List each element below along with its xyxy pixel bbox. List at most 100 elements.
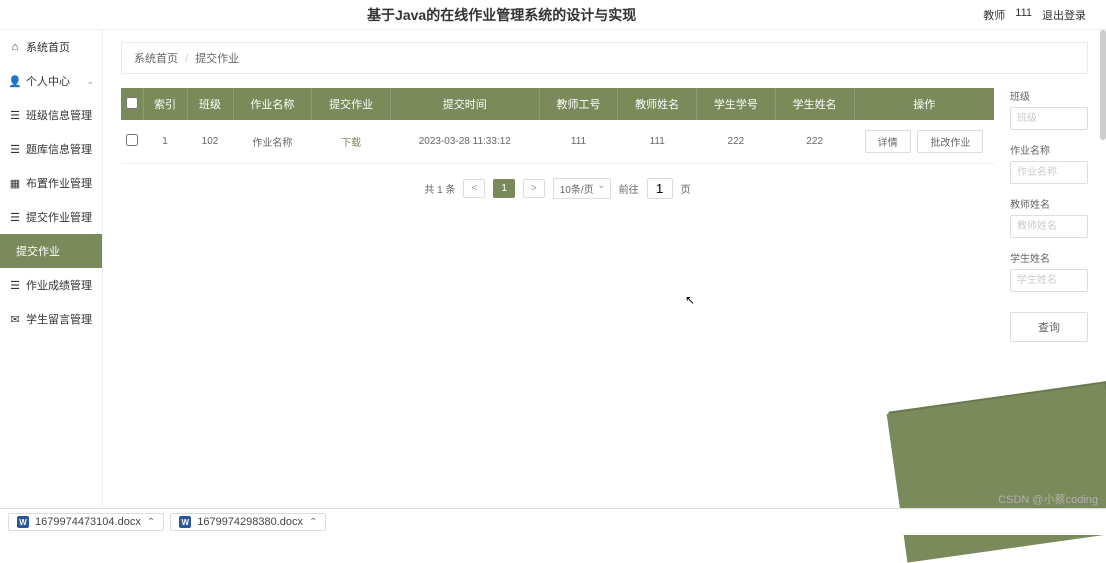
- scrollbar-thumb[interactable]: [1100, 30, 1106, 140]
- logout-link[interactable]: 退出登录: [1042, 7, 1086, 23]
- data-table: 索引 班级 作业名称 提交作业 提交时间 教师工号 教师姓名 学生学号 学生姓名…: [121, 88, 994, 164]
- chevron-down-icon: ⌄: [86, 280, 94, 291]
- decoration: [887, 383, 1106, 562]
- chevron-down-icon: ⌄: [86, 178, 94, 189]
- page-size-select[interactable]: 10条/页: [553, 178, 611, 199]
- chevron-down-icon: ⌄: [86, 110, 94, 121]
- sidebar-item-question[interactable]: ☰ 题库信息管理 ⌄: [0, 132, 102, 166]
- user-role: 教师: [983, 7, 1005, 23]
- sidebar-label: 班级信息管理: [26, 107, 92, 123]
- sidebar-label: 题库信息管理: [26, 141, 92, 157]
- filter-name-label: 作业名称: [1010, 142, 1088, 157]
- list-icon: ☰: [10, 212, 20, 222]
- sidebar-label: 个人中心: [26, 73, 70, 89]
- select-all-checkbox[interactable]: [126, 97, 138, 109]
- app-title: 基于Java的在线作业管理系统的设计与实现: [20, 5, 983, 25]
- page-number-button[interactable]: 1: [493, 179, 515, 198]
- sidebar-item-profile[interactable]: 👤 个人中心 ⌄: [0, 64, 102, 98]
- download-link[interactable]: 下载: [341, 138, 361, 149]
- sidebar-label: 布置作业管理: [26, 175, 92, 191]
- th-sid: 学生学号: [697, 88, 776, 120]
- next-page-button[interactable]: >: [523, 179, 545, 198]
- user-icon: 👤: [10, 76, 20, 86]
- sidebar: ⌂ 系统首页 👤 个人中心 ⌄ ☰ 班级信息管理 ⌄ ☰ 题库信息管理 ⌄ ▦ …: [0, 30, 103, 508]
- total-text: 共 1 条: [424, 181, 455, 196]
- chevron-down-icon: ⌄: [86, 314, 94, 325]
- td-index: 1: [143, 120, 187, 164]
- th-sname: 学生姓名: [775, 88, 854, 120]
- row-checkbox[interactable]: [126, 134, 138, 146]
- sidebar-item-message[interactable]: ✉ 学生留言管理 ⌄: [0, 302, 102, 336]
- chevron-down-icon: ⌄: [86, 144, 94, 155]
- filter-student-input[interactable]: [1010, 269, 1088, 292]
- filter-panel: 班级 作业名称 教师姓名 学生姓名 查询: [1010, 88, 1088, 342]
- sidebar-item-assign[interactable]: ▦ 布置作业管理 ⌄: [0, 166, 102, 200]
- filter-class-input[interactable]: [1010, 107, 1088, 130]
- chevron-up-icon[interactable]: ⌃: [309, 517, 317, 528]
- download-filename: 1679974298380.docx: [197, 516, 303, 528]
- th-tname: 教师姓名: [618, 88, 697, 120]
- breadcrumb-home[interactable]: 系统首页: [134, 53, 178, 65]
- th-class: 班级: [187, 88, 233, 120]
- sidebar-item-submit[interactable]: 提交作业: [0, 234, 102, 268]
- content-row: 索引 班级 作业名称 提交作业 提交时间 教师工号 教师姓名 学生学号 学生姓名…: [121, 88, 1088, 342]
- goto-label: 前往: [619, 181, 639, 196]
- th-tid: 教师工号: [539, 88, 618, 120]
- detail-button[interactable]: 详情: [865, 130, 911, 153]
- table-row: 1 102 作业名称 下载 2023-03-28 11:33:12 111 11…: [121, 120, 994, 164]
- td-name: 作业名称: [233, 120, 312, 164]
- query-button[interactable]: 查询: [1010, 312, 1088, 342]
- filter-class-label: 班级: [1010, 88, 1088, 103]
- td-sid: 222: [697, 120, 776, 164]
- filter-student-label: 学生姓名: [1010, 250, 1088, 265]
- download-item[interactable]: W 1679974473104.docx ⌃: [8, 513, 164, 531]
- content: 系统首页 / 提交作业 索引 班级 作业名称 提交作业 提交时间 教师工号: [103, 30, 1106, 508]
- grid-icon: ▦: [10, 178, 20, 188]
- breadcrumb: 系统首页 / 提交作业: [121, 42, 1088, 74]
- filter-teacher-label: 教师姓名: [1010, 196, 1088, 211]
- table-header-row: 索引 班级 作业名称 提交作业 提交时间 教师工号 教师姓名 学生学号 学生姓名…: [121, 88, 994, 120]
- table-area: 索引 班级 作业名称 提交作业 提交时间 教师工号 教师姓名 学生学号 学生姓名…: [121, 88, 994, 342]
- word-icon: W: [179, 516, 191, 528]
- user-id: 111: [1015, 7, 1032, 23]
- sidebar-item-submit-mgmt[interactable]: ☰ 提交作业管理 ⌃: [0, 200, 102, 234]
- header-user: 教师 111 退出登录: [983, 7, 1086, 23]
- download-item[interactable]: W 1679974298380.docx ⌃: [170, 513, 326, 531]
- list-icon: ☰: [10, 280, 20, 290]
- sidebar-item-class[interactable]: ☰ 班级信息管理 ⌄: [0, 98, 102, 132]
- th-time: 提交时间: [390, 88, 539, 120]
- td-submit: 下载: [312, 120, 391, 164]
- sidebar-label: 学生留言管理: [26, 311, 92, 327]
- sidebar-label: 作业成绩管理: [26, 277, 92, 293]
- home-icon: ⌂: [10, 42, 20, 52]
- td-checkbox: [121, 120, 143, 164]
- watermark: CSDN @小蔡coding: [998, 491, 1098, 507]
- downloads-bar: W 1679974473104.docx ⌃ W 1679974298380.d…: [0, 508, 1106, 535]
- word-icon: W: [17, 516, 29, 528]
- th-checkbox: [121, 88, 143, 120]
- list-icon: ☰: [10, 110, 20, 120]
- td-sname: 222: [775, 120, 854, 164]
- header: 基于Java的在线作业管理系统的设计与实现 教师 111 退出登录: [0, 0, 1106, 30]
- goto-input[interactable]: [647, 178, 673, 199]
- td-tid: 111: [539, 120, 618, 164]
- td-class: 102: [187, 120, 233, 164]
- prev-page-button[interactable]: <: [463, 179, 485, 198]
- grade-button[interactable]: 批改作业: [917, 130, 983, 153]
- td-time: 2023-03-28 11:33:12: [390, 120, 539, 164]
- sidebar-item-home[interactable]: ⌂ 系统首页: [0, 30, 102, 64]
- filter-teacher-input[interactable]: [1010, 215, 1088, 238]
- th-name: 作业名称: [233, 88, 312, 120]
- chevron-up-icon[interactable]: ⌃: [147, 517, 155, 528]
- th-submit: 提交作业: [312, 88, 391, 120]
- breadcrumb-current: 提交作业: [195, 53, 239, 65]
- sidebar-item-grade[interactable]: ☰ 作业成绩管理 ⌄: [0, 268, 102, 302]
- td-tname: 111: [618, 120, 697, 164]
- th-op: 操作: [854, 88, 994, 120]
- chevron-up-icon: ⌃: [86, 212, 94, 223]
- download-filename: 1679974473104.docx: [35, 516, 141, 528]
- filter-name-input[interactable]: [1010, 161, 1088, 184]
- list-icon: ☰: [10, 144, 20, 154]
- sidebar-label: 系统首页: [26, 39, 70, 55]
- sidebar-label: 提交作业管理: [26, 209, 92, 225]
